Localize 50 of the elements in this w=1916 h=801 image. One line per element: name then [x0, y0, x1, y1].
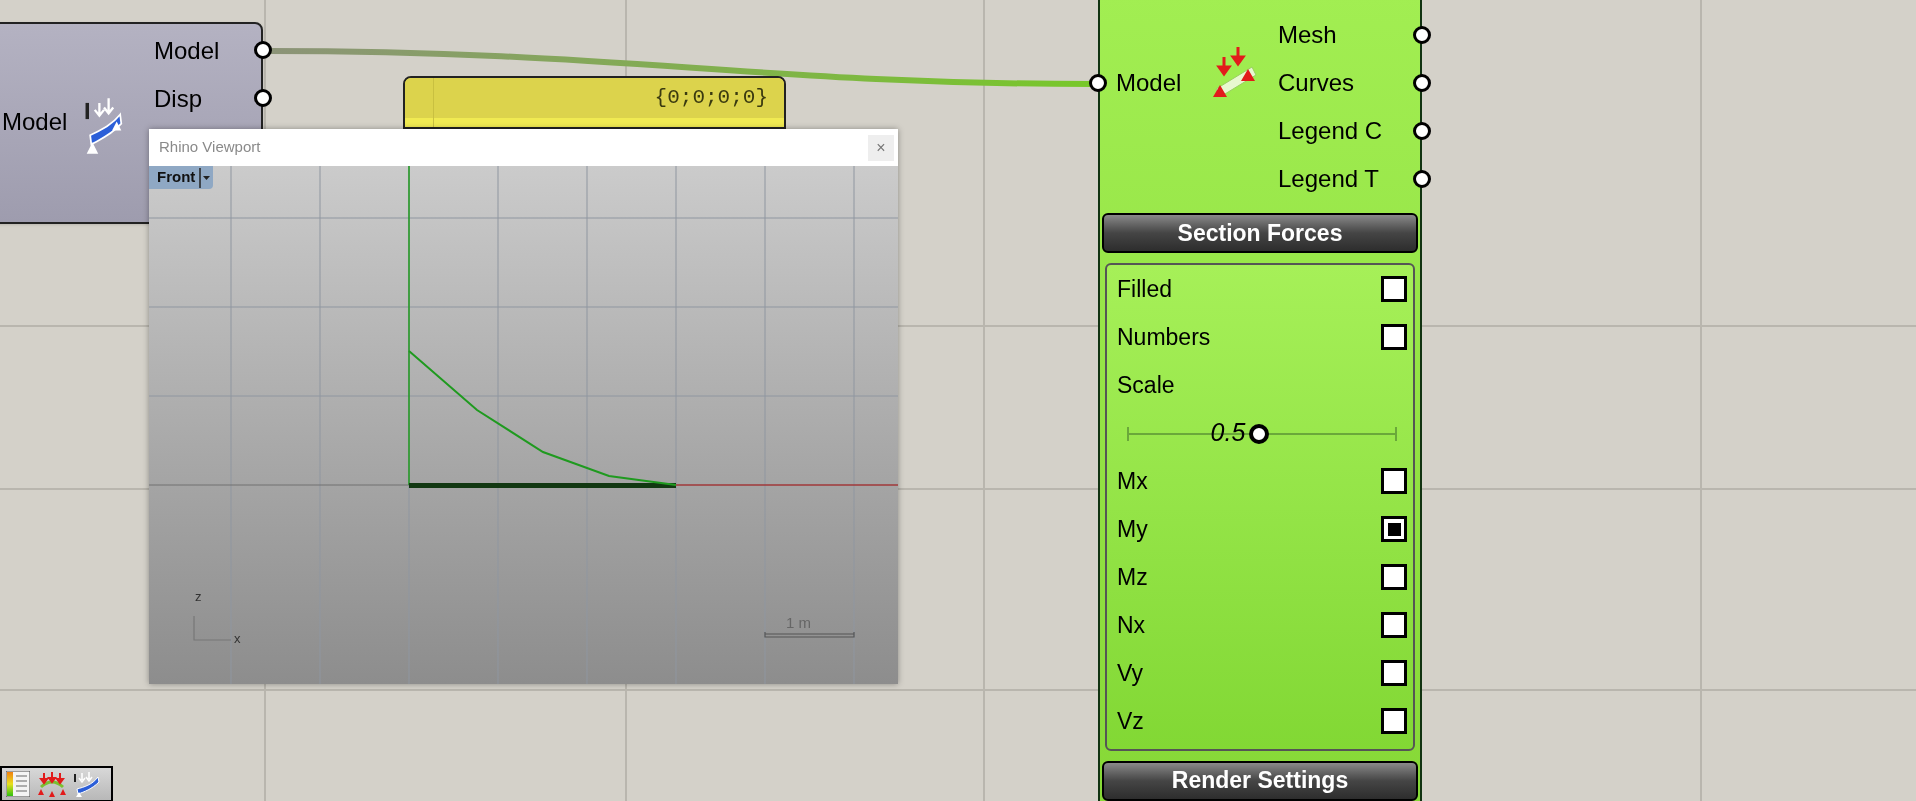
load-arrows-icon[interactable]	[38, 771, 66, 797]
axis-label: x	[234, 632, 241, 645]
output-port[interactable]	[254, 89, 272, 107]
output-label: Model	[154, 39, 220, 63]
option-label: Vy	[1117, 661, 1143, 685]
output-label: Mesh	[1278, 23, 1337, 47]
close-button[interactable]: ×	[868, 134, 894, 161]
option-label: Filled	[1117, 277, 1172, 301]
option-label: Mx	[1117, 469, 1148, 493]
axis-label: z	[195, 590, 202, 603]
option-label: My	[1117, 517, 1148, 541]
window-title: Rhino Viewport	[159, 137, 261, 158]
output-port[interactable]	[1413, 26, 1431, 44]
view-dropdown[interactable]: Front	[149, 166, 214, 189]
component-node[interactable]: Model Mesh Curves Legend C Legend T Section Forces Filled Numbers Scale 0.5 Mx My Mz Nx Vy Vz Render Settings	[1098, 0, 1422, 801]
beam-load-icon	[85, 96, 123, 156]
panel-node[interactable]: {0;0;0;0}	[403, 76, 786, 129]
axis-indicator-icon	[193, 615, 232, 641]
output-port[interactable]	[254, 41, 272, 59]
dropdown-caret-icon	[199, 167, 212, 188]
panel-value: {0;0;0;0}	[654, 85, 768, 112]
checkbox[interactable]	[1381, 516, 1407, 542]
checkbox[interactable]	[1381, 708, 1407, 734]
option-label: Nx	[1117, 613, 1146, 637]
input-label: Model	[1116, 71, 1182, 95]
checkbox[interactable]	[1381, 612, 1407, 638]
output-label: Disp	[154, 87, 202, 111]
checkbox[interactable]	[1381, 276, 1407, 302]
output-label: Legend T	[1278, 167, 1379, 191]
checkbox[interactable]	[1381, 468, 1407, 494]
option-label: Numbers	[1117, 325, 1211, 349]
checkbox[interactable]	[1381, 564, 1407, 590]
output-port[interactable]	[1413, 74, 1431, 92]
input-port[interactable]	[1089, 74, 1107, 92]
option-label: Vz	[1117, 709, 1144, 733]
section-header[interactable]: Section Forces	[1102, 213, 1418, 253]
section-header[interactable]: Render Settings	[1102, 761, 1418, 801]
option-label: Mz	[1117, 565, 1148, 589]
slider[interactable]: 0.5	[1127, 416, 1397, 450]
output-port[interactable]	[1413, 170, 1431, 188]
checkbox[interactable]	[1381, 660, 1407, 686]
slider-value: 0.5	[1210, 420, 1246, 445]
checkbox[interactable]	[1381, 324, 1407, 350]
output-label: Legend C	[1278, 119, 1383, 143]
output-port[interactable]	[1413, 122, 1431, 140]
option-label: Scale	[1117, 373, 1175, 397]
input-label: Model	[2, 110, 68, 134]
beam-load-icon[interactable]	[74, 771, 100, 797]
output-label: Curves	[1278, 71, 1355, 95]
slider-thumb[interactable]	[1249, 424, 1270, 444]
